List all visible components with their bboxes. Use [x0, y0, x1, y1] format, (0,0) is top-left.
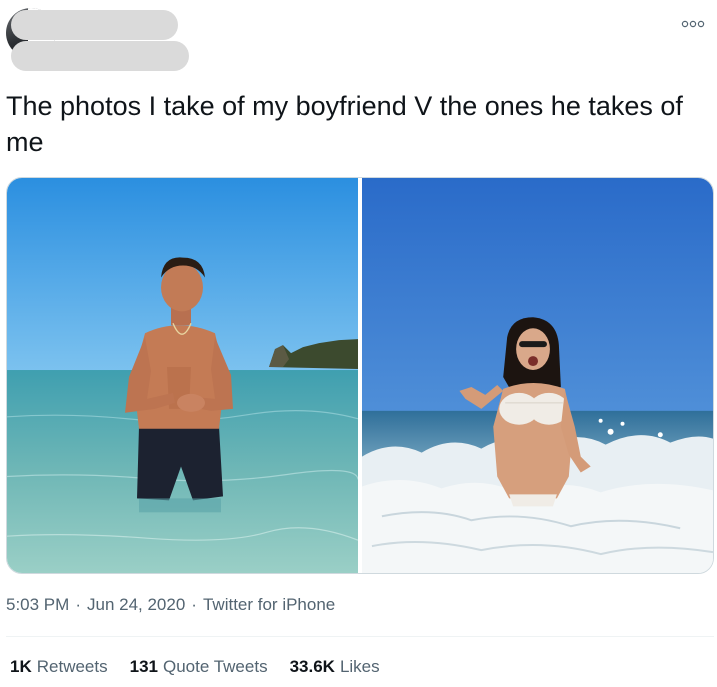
meta-separator: ·	[75, 595, 81, 614]
likes-stat[interactable]: 33.6K Likes	[290, 657, 380, 677]
tweet-media	[6, 177, 714, 574]
retweets-stat[interactable]: 1K Retweets	[10, 657, 108, 677]
tweet-card: The photos I take of my boyfriend V the …	[0, 0, 717, 687]
likes-count: 33.6K	[289, 657, 335, 676]
photo-boyfriend-beach[interactable]	[7, 178, 358, 573]
tweet-text: The photos I take of my boyfriend V the …	[6, 91, 683, 157]
tweet-source[interactable]: Twitter for iPhone	[203, 595, 335, 614]
redacted-display-name	[11, 10, 178, 40]
divider	[6, 636, 714, 637]
more-options-icon	[681, 20, 705, 28]
retweets-count: 1K	[10, 657, 32, 676]
quote-tweets-count: 131	[129, 657, 158, 676]
more-options-button[interactable]	[679, 14, 707, 34]
meta-separator: ·	[191, 595, 197, 614]
likes-label: Likes	[339, 657, 380, 676]
redacted-username	[11, 41, 189, 71]
photo-girlfriend-image	[362, 178, 713, 573]
photo-boyfriend-image	[7, 178, 358, 573]
photo-girlfriend-beach[interactable]	[362, 178, 713, 573]
retweets-label: Retweets	[36, 657, 108, 676]
tweet-timestamp[interactable]: 5:03 PM	[6, 595, 69, 614]
quote-tweets-label: Quote Tweets	[162, 657, 268, 676]
quote-tweets-stat[interactable]: 131 Quote Tweets	[130, 657, 268, 677]
tweet-date[interactable]: Jun 24, 2020	[87, 595, 185, 614]
tweet-meta: 5:03 PM · Jun 24, 2020 · Twitter for iPhone	[6, 595, 335, 615]
tweet-stats: 1K Retweets 131 Quote Tweets 33.6K Likes	[10, 657, 380, 677]
